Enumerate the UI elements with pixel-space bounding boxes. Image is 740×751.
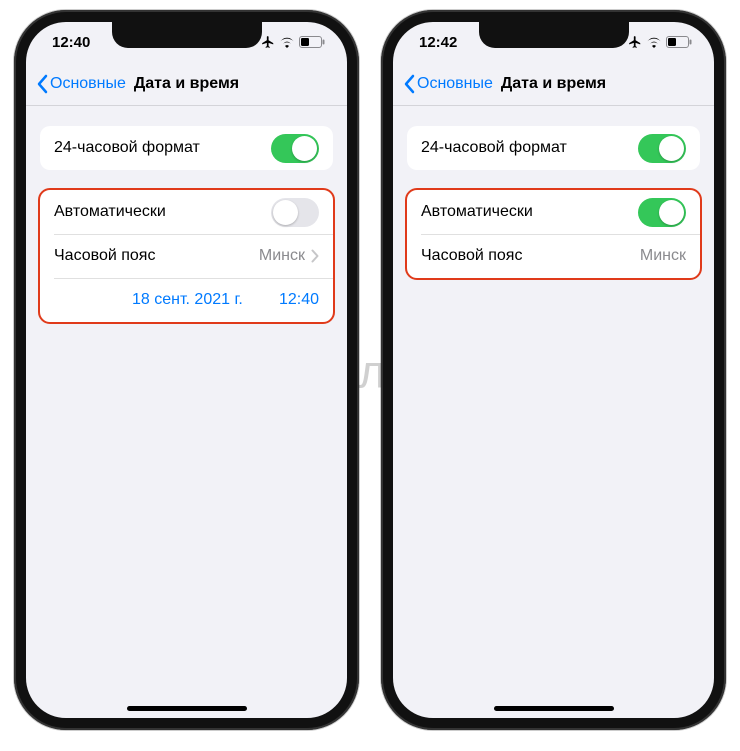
row-timezone[interactable]: Часовой пояс Минск — [40, 234, 333, 278]
status-time: 12:42 — [419, 34, 457, 51]
toggle-automatic[interactable] — [271, 198, 319, 227]
home-indicator[interactable] — [494, 706, 614, 711]
toggle-automatic[interactable] — [638, 198, 686, 227]
airplane-icon — [628, 35, 642, 49]
chevron-right-icon — [311, 249, 319, 263]
nav-bar: Основные Дата и время — [26, 62, 347, 106]
back-button[interactable]: Основные — [403, 74, 493, 94]
row-label: Автоматически — [54, 203, 271, 221]
group-24h: 24-часовой формат — [407, 126, 700, 170]
page-title: Дата и время — [501, 75, 606, 93]
battery-icon — [666, 36, 692, 48]
row-label: Автоматически — [421, 203, 638, 221]
row-datetime[interactable]: 18 сент. 2021 г. 12:40 — [40, 278, 333, 322]
toggle-24h[interactable] — [638, 134, 686, 163]
group-24h: 24-часовой формат — [40, 126, 333, 170]
chevron-left-icon — [403, 74, 415, 94]
back-button[interactable]: Основные — [36, 74, 126, 94]
row-automatic[interactable]: Автоматически — [407, 190, 700, 234]
date-value[interactable]: 18 сент. 2021 г. — [132, 291, 243, 309]
back-label: Основные — [50, 75, 126, 93]
back-label: Основные — [417, 75, 493, 93]
phone-frame: 12:42 Основные Дата и время 24-часовой ф… — [381, 10, 726, 730]
wifi-icon — [646, 36, 662, 48]
toggle-24h[interactable] — [271, 134, 319, 163]
status-indicators — [261, 35, 325, 49]
page-title: Дата и время — [134, 75, 239, 93]
row-label: Часовой пояс — [54, 247, 259, 265]
row-value: Минск — [259, 247, 305, 265]
row-automatic[interactable]: Автоматически — [40, 190, 333, 234]
phone-frame: 12:40 Основные Дата и время 24-часовой ф… — [14, 10, 359, 730]
status-indicators — [628, 35, 692, 49]
home-indicator[interactable] — [127, 706, 247, 711]
group-auto-tz: Автоматически Часовой пояс Минск — [407, 190, 700, 278]
phone-notch — [112, 22, 262, 48]
row-value: Минск — [640, 247, 686, 265]
settings-content: 24-часовой формат Автоматически Часовой … — [393, 126, 714, 278]
row-24h-format[interactable]: 24-часовой формат — [407, 126, 700, 170]
row-label: Часовой пояс — [421, 247, 640, 265]
chevron-left-icon — [36, 74, 48, 94]
phone-notch — [479, 22, 629, 48]
row-timezone: Часовой пояс Минск — [407, 234, 700, 278]
airplane-icon — [261, 35, 275, 49]
settings-content: 24-часовой формат Автоматически Часовой … — [26, 126, 347, 322]
row-24h-format[interactable]: 24-часовой формат — [40, 126, 333, 170]
time-value[interactable]: 12:40 — [279, 291, 319, 309]
group-auto-tz: Автоматически Часовой пояс Минск 18 сент… — [40, 190, 333, 322]
row-label: 24-часовой формат — [421, 139, 638, 157]
nav-bar: Основные Дата и время — [393, 62, 714, 106]
phone-screen: 12:42 Основные Дата и время 24-часовой ф… — [393, 22, 714, 718]
status-time: 12:40 — [52, 34, 90, 51]
phone-screen: 12:40 Основные Дата и время 24-часовой ф… — [26, 22, 347, 718]
wifi-icon — [279, 36, 295, 48]
battery-icon — [299, 36, 325, 48]
row-label: 24-часовой формат — [54, 139, 271, 157]
